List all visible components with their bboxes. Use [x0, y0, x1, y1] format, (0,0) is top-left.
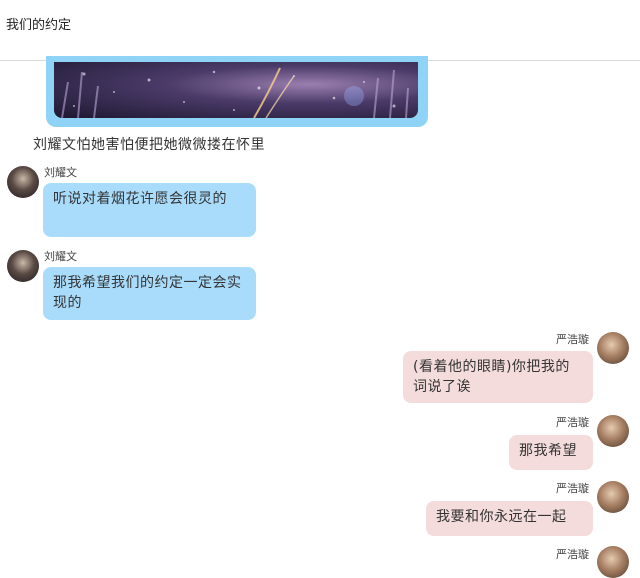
fireworks-image[interactable] — [54, 62, 418, 118]
chat-bubble[interactable]: 听说对着烟花许愿会很灵的 — [43, 183, 256, 237]
narration-text: 刘耀文怕她害怕便把她微微搂在怀里 — [33, 137, 265, 153]
chat-header: 我们的约定 — [0, 0, 640, 61]
fireworks-illustration — [61, 67, 409, 118]
sender-name: 严浩璇 — [556, 548, 589, 561]
avatar[interactable] — [597, 546, 629, 578]
avatar[interactable] — [7, 166, 39, 198]
sender-name: 严浩璇 — [556, 416, 589, 429]
sender-name: 刘耀文 — [44, 250, 77, 263]
sender-name: 刘耀文 — [44, 166, 77, 179]
chat-bubble[interactable]: 那我希望 — [509, 435, 593, 470]
image-message[interactable] — [46, 56, 428, 127]
sender-name: 严浩璇 — [556, 333, 589, 346]
chat-bubble[interactable]: 我要和你永远在一起 — [426, 501, 593, 536]
avatar[interactable] — [597, 332, 629, 364]
avatar[interactable] — [597, 481, 629, 513]
chat-bubble[interactable]: 那我希望我们的约定一定会实现的 — [43, 267, 256, 320]
chat-bubble[interactable]: (看着他的眼睛)你把我的词说了诶 — [403, 351, 593, 403]
sender-name: 严浩璇 — [556, 482, 589, 495]
chat-title: 我们的约定 — [6, 18, 72, 33]
avatar[interactable] — [597, 415, 629, 447]
avatar[interactable] — [7, 250, 39, 282]
